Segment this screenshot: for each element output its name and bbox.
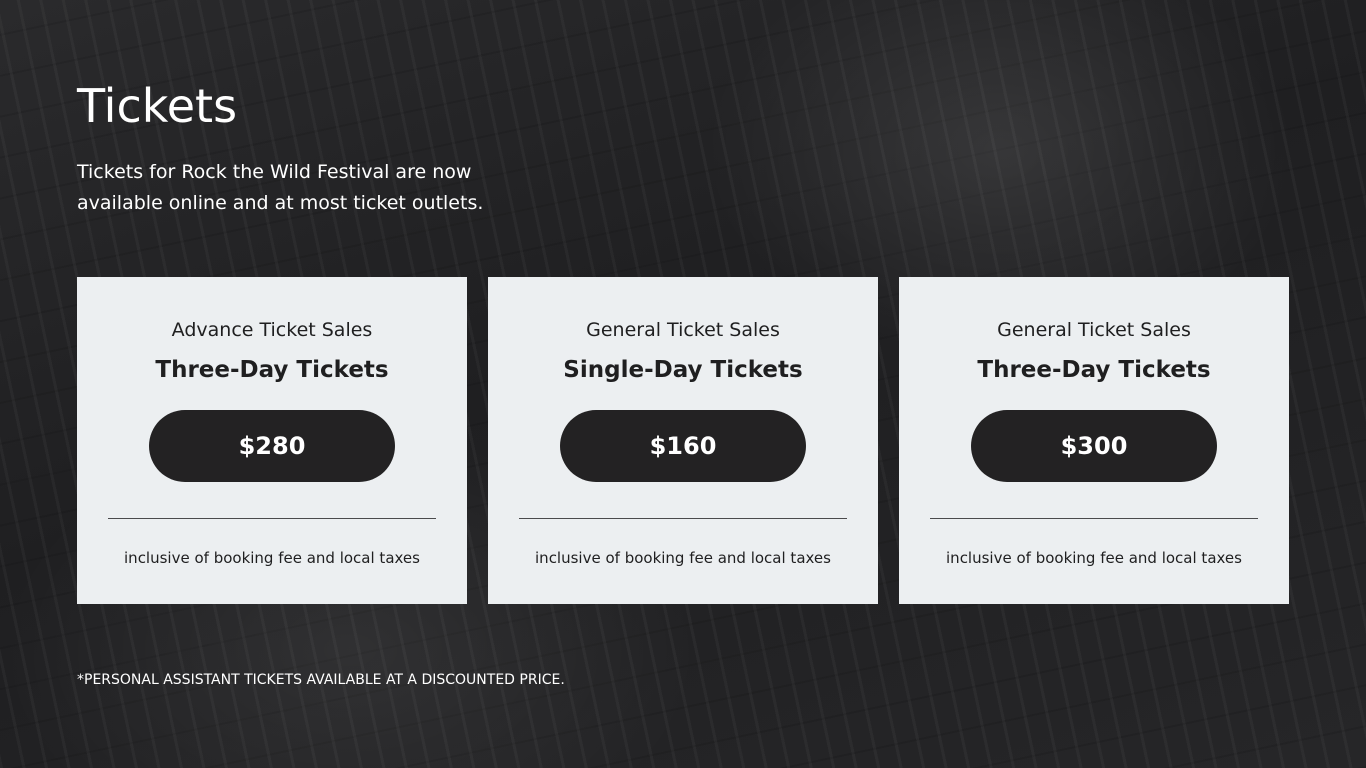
divider xyxy=(930,518,1258,519)
intro-text: Tickets for Rock the Wild Festival are n… xyxy=(77,161,484,214)
ticket-type: Three-Day Tickets xyxy=(977,357,1211,383)
price-badge: $280 xyxy=(149,410,395,482)
divider xyxy=(108,518,436,519)
ticket-card-general-three-day: General Ticket Sales Three-Day Tickets $… xyxy=(899,277,1289,604)
ticket-card-general-single-day: General Ticket Sales Single-Day Tickets … xyxy=(488,277,878,604)
price-badge: $300 xyxy=(971,410,1217,482)
price-badge: $160 xyxy=(560,410,806,482)
price-note: inclusive of booking fee and local taxes xyxy=(535,549,831,567)
footnote: *PERSONAL ASSISTANT TICKETS AVAILABLE AT… xyxy=(77,672,565,688)
page-title: Tickets xyxy=(77,79,238,133)
divider xyxy=(519,518,847,519)
ticket-type: Single-Day Tickets xyxy=(563,357,803,383)
ticket-category: General Ticket Sales xyxy=(997,319,1191,341)
price-note: inclusive of booking fee and local taxes xyxy=(946,549,1242,567)
price-note: inclusive of booking fee and local taxes xyxy=(124,549,420,567)
ticket-type: Three-Day Tickets xyxy=(155,357,389,383)
ticket-card-advance-three-day: Advance Ticket Sales Three-Day Tickets $… xyxy=(77,277,467,604)
ticket-category: Advance Ticket Sales xyxy=(171,319,373,341)
ticket-category: General Ticket Sales xyxy=(586,319,780,341)
